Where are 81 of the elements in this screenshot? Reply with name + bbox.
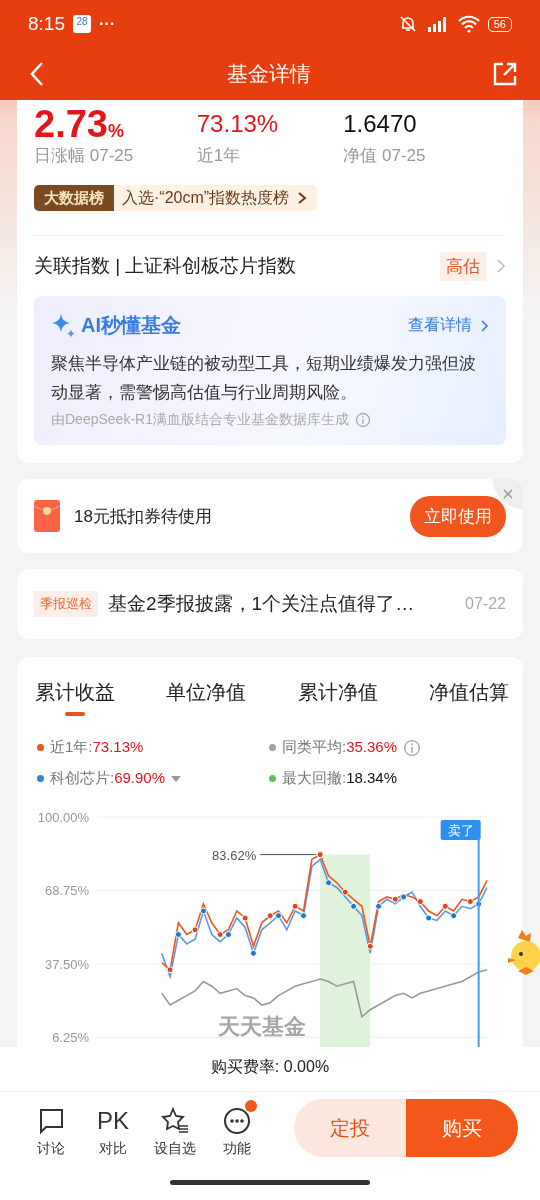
report-tag: 季报巡检 bbox=[34, 591, 98, 617]
point-marker bbox=[249, 949, 257, 957]
point-marker bbox=[316, 851, 324, 859]
more-icon bbox=[223, 1107, 251, 1135]
point-marker bbox=[300, 912, 307, 920]
legend-label: 近1年:73.13% bbox=[50, 738, 144, 757]
envelope-icon bbox=[34, 500, 60, 532]
axis-label: 37.50% bbox=[44, 956, 89, 972]
point-marker bbox=[241, 914, 249, 922]
chart-tab[interactable]: 单位净值 bbox=[166, 673, 247, 718]
point-marker bbox=[325, 879, 333, 887]
ranking-badge: 大数据榜 bbox=[34, 185, 114, 211]
nav-item[interactable]: 讨论 bbox=[20, 1098, 82, 1158]
dropdown-icon[interactable] bbox=[171, 775, 182, 782]
chart-tab[interactable]: 净值估算 bbox=[429, 673, 509, 718]
coupon-text: 18元抵扣券待使用 bbox=[74, 505, 212, 528]
chart-tab[interactable]: 累计净值 bbox=[297, 673, 378, 718]
share-icon[interactable] bbox=[492, 61, 518, 87]
nav-item[interactable]: PK 对比 bbox=[82, 1098, 144, 1158]
legend-label: 最大回撤:18.34% bbox=[282, 769, 398, 788]
stat-value: 2.73% bbox=[34, 106, 125, 142]
point-marker bbox=[199, 907, 207, 915]
chevron-icon bbox=[496, 258, 506, 274]
point-marker bbox=[291, 902, 299, 910]
stat-value: 1.6470 bbox=[343, 109, 418, 139]
purchase-fee: 购买费率: 0.00% bbox=[0, 1047, 540, 1092]
point-marker bbox=[166, 966, 174, 974]
ranking-text: 入选·“20cm”指数热度榜 bbox=[122, 187, 290, 208]
point-marker bbox=[441, 902, 449, 910]
legend-label: 科创芯片:69.90% bbox=[50, 769, 166, 788]
back-icon[interactable] bbox=[28, 61, 46, 87]
chevron-icon bbox=[297, 191, 308, 205]
point-marker bbox=[366, 942, 374, 950]
related-index[interactable]: 关联指数 | 上证科创板芯片指数 bbox=[34, 253, 430, 279]
sell-tag: 卖了 bbox=[447, 823, 474, 838]
star-list-icon bbox=[160, 1107, 190, 1135]
point-marker bbox=[450, 912, 458, 920]
chart-tab[interactable]: 累计收益 bbox=[35, 673, 115, 718]
point-marker bbox=[341, 888, 349, 896]
stat-label: 日涨幅 07-25 bbox=[34, 145, 135, 167]
news-title[interactable]: 基金2季报披露，1个关注点值得了… bbox=[108, 591, 456, 617]
point-marker bbox=[375, 902, 383, 910]
sell-tag-background bbox=[440, 820, 481, 840]
view-details-link[interactable]: 查看详情 bbox=[408, 315, 472, 336]
ranking-banner[interactable]: 大数据榜 入选·“20cm”指数热度榜 bbox=[34, 185, 318, 211]
page-title: 基金详情 bbox=[227, 61, 311, 87]
legend-label: 同类平均:35.36% bbox=[282, 738, 398, 757]
point-marker bbox=[425, 914, 433, 922]
ai-source-note: 由DeepSeek-R1满血版结合专业基金数据库生成 bbox=[51, 411, 349, 429]
ai-summary-text: 聚焦半导体产业链的被动型工具，短期业绩爆发力强但波动显著，需警惕高估值与行业周期风险。 bbox=[51, 353, 477, 404]
point-marker bbox=[191, 926, 199, 934]
status-time: 8:15 bbox=[28, 13, 65, 35]
point-marker bbox=[416, 898, 424, 906]
wifi-icon bbox=[457, 15, 480, 33]
point-marker bbox=[174, 931, 182, 938]
valuation-tag: 高估 bbox=[440, 251, 486, 281]
chevron-icon bbox=[480, 318, 489, 333]
stat-label: 净值 07-25 bbox=[343, 145, 427, 167]
battery-icon: 56 bbox=[487, 16, 512, 32]
stat-label: 近1年 bbox=[196, 145, 242, 167]
leader-line bbox=[259, 854, 317, 856]
pk-icon: PK bbox=[97, 1107, 129, 1135]
info-icon[interactable] bbox=[403, 738, 422, 757]
axis-label: 6.25% bbox=[52, 1030, 89, 1046]
axis-label: 68.75% bbox=[44, 883, 89, 899]
close-icon[interactable] bbox=[503, 489, 513, 499]
ai-title: AI秒懂基金 bbox=[81, 313, 181, 338]
axis-label: 100.00% bbox=[37, 810, 89, 825]
info-icon[interactable] bbox=[354, 412, 371, 428]
chart-watermark: 天天基金 bbox=[217, 1014, 306, 1039]
calendar-icon: 28 bbox=[73, 15, 91, 33]
mute-icon bbox=[397, 15, 418, 33]
chat-icon bbox=[38, 1108, 64, 1134]
nav-item[interactable]: 功能 bbox=[206, 1098, 268, 1158]
peak-label: 83.62% bbox=[212, 847, 257, 863]
home-indicator[interactable] bbox=[170, 1179, 370, 1185]
news-date: 07-22 bbox=[465, 595, 506, 613]
stat-value: 73.13% bbox=[196, 109, 280, 139]
status-more: ··· bbox=[99, 15, 115, 33]
point-marker bbox=[350, 902, 358, 910]
nav-item[interactable]: 设自选 bbox=[144, 1098, 206, 1158]
